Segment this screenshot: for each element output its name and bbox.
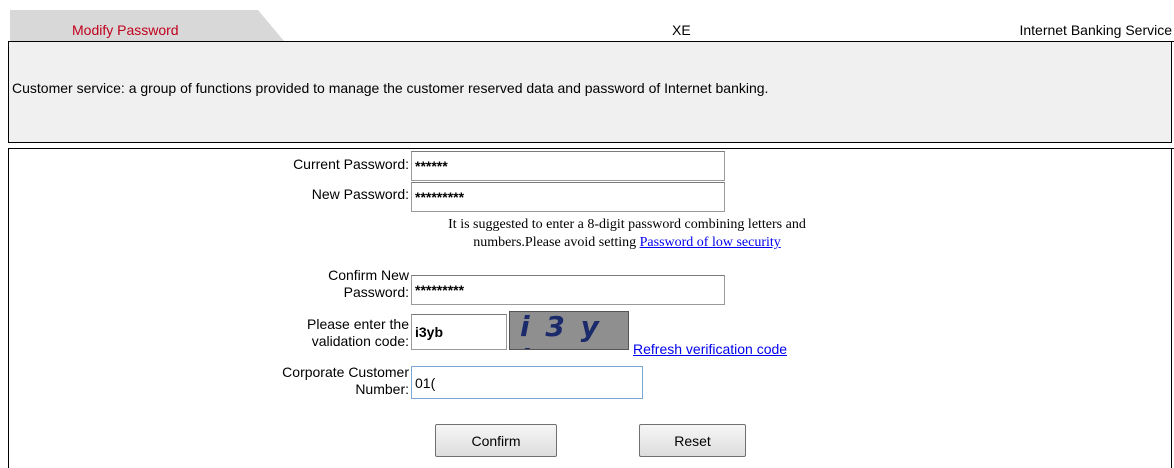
header-service-title: Internet Banking Service [1019,22,1172,38]
customer-number-label: Corporate Customer Number: [282,364,409,397]
low-security-link[interactable]: Password of low security [640,235,781,250]
captcha-text: i 3 y b [520,311,602,349]
tab-modify-password[interactable]: Modify Password [10,10,284,41]
current-password-input[interactable] [411,151,725,181]
header-center-text: XE [672,22,691,38]
captcha-image: i 3 y b [509,311,629,350]
refresh-verification-link[interactable]: Refresh verification code [633,341,787,357]
password-form: Current Password: New Password: It is su… [8,148,1172,468]
new-password-input[interactable] [411,182,725,212]
validation-code-input[interactable] [411,314,507,350]
tab-label: Modify Password [72,22,179,38]
customer-number-input[interactable] [411,366,643,399]
reset-button[interactable]: Reset [639,424,746,457]
password-hint: It is suggested to enter a 8-digit passw… [407,216,847,252]
description-panel: Customer service: a group of functions p… [8,42,1172,143]
description-text: Customer service: a group of functions p… [12,80,769,96]
current-password-label: Current Password: [293,156,409,172]
confirm-button[interactable]: Confirm [435,424,557,457]
new-password-label: New Password: [311,186,409,202]
confirm-password-input[interactable] [411,275,725,305]
validation-code-label: Please enter the validation code: [307,316,409,349]
header: Modify Password XE Internet Banking Serv… [0,0,1174,42]
confirm-password-label: Confirm New Password: [328,267,409,300]
